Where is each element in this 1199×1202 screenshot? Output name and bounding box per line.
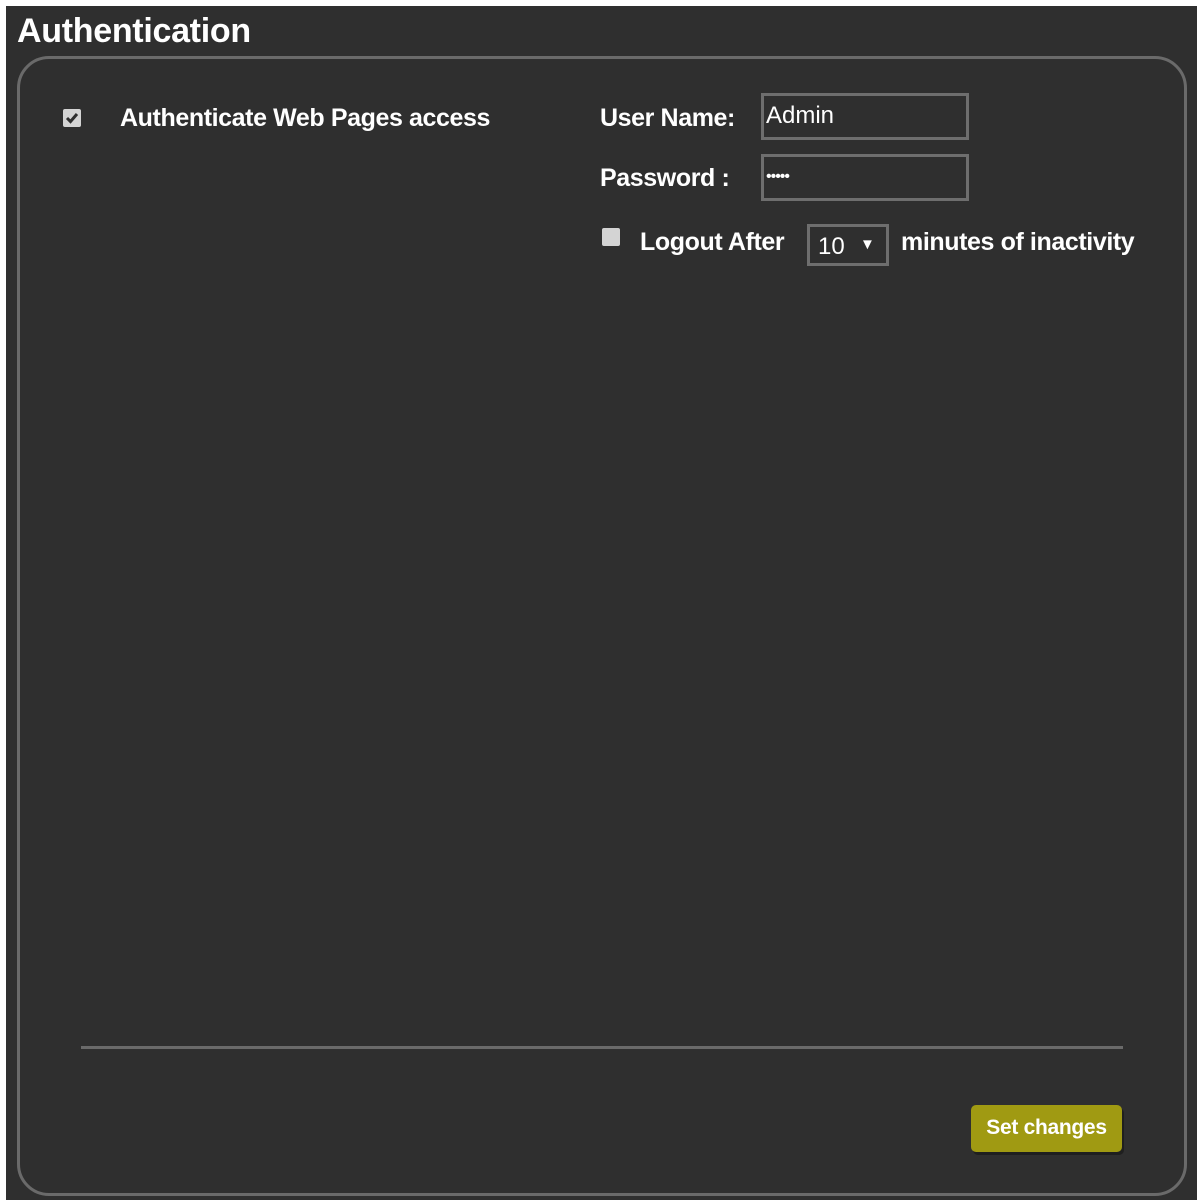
- logout-after-label: Logout After: [640, 228, 785, 256]
- checkmark-icon: [65, 113, 79, 124]
- logout-minutes-value: 10: [818, 233, 845, 260]
- set-changes-button[interactable]: Set changes: [971, 1105, 1122, 1152]
- dropdown-arrow-icon: ▼: [860, 236, 875, 253]
- authenticate-checkbox[interactable]: [63, 109, 81, 127]
- user-name-label: User Name:: [600, 104, 735, 132]
- authenticate-label: Authenticate Web Pages access: [120, 104, 491, 132]
- authentication-panel: [17, 56, 1187, 1196]
- password-label: Password :: [600, 164, 730, 192]
- minutes-of-inactivity-label: minutes of inactivity: [901, 228, 1135, 256]
- page-title: Authentication: [17, 12, 251, 50]
- authentication-page: Authentication Authenticate Web Pages ac…: [6, 6, 1197, 1200]
- logout-checkbox[interactable]: [602, 228, 620, 246]
- password-input[interactable]: •••••: [761, 154, 969, 201]
- user-name-input[interactable]: Admin: [761, 93, 969, 140]
- logout-minutes-select[interactable]: 10 ▼: [807, 224, 889, 266]
- divider: [81, 1046, 1123, 1049]
